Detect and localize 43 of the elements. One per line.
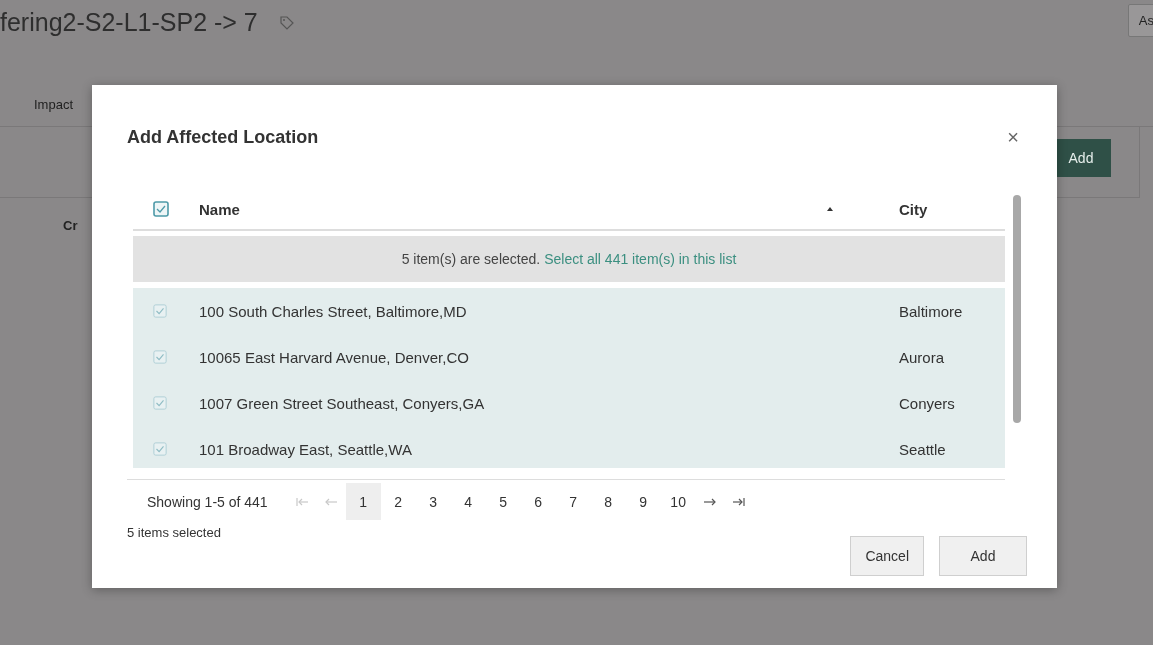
table-row[interactable]: 10065 East Harvard Avenue, Denver,CO Aurora [133, 334, 1005, 380]
table-cell-text: Baltimore [898, 302, 963, 320]
page-number[interactable]: 6 [520, 483, 556, 520]
page-number[interactable]: 7 [555, 483, 591, 520]
table-cell-text: Aurora [898, 348, 945, 366]
dialog-title: Add Affected Location [127, 126, 319, 148]
page-number[interactable]: 2 [380, 483, 416, 520]
table-cell-text: Seattle [898, 440, 946, 458]
top-button[interactable]: As [1127, 4, 1153, 37]
column-header[interactable]: Name [199, 200, 240, 218]
column-header: Cr [63, 218, 78, 233]
table-row[interactable]: 101 Broadway East, Seattle,WA Seattle [133, 426, 1005, 468]
page-number[interactable]: 1 [345, 483, 381, 520]
checkbox[interactable] [153, 304, 167, 318]
table-row[interactable]: 100 South Charles Street, Baltimore,MD Baltimore [133, 288, 1005, 334]
checkbox[interactable] [153, 350, 167, 364]
checkbox[interactable] [153, 201, 169, 217]
pagination-summary: Showing 1-5 of 441 [147, 493, 268, 510]
table-cell-text: 10065 East Harvard Avenue, Denver,CO [199, 348, 470, 366]
column-header[interactable]: City [899, 200, 928, 218]
selection-message: 5 item(s) are selected. [401, 251, 541, 267]
cancel-button[interactable]: Cancel [850, 536, 924, 576]
table-cell-text: Conyers [898, 394, 955, 412]
add-button[interactable]: Add [939, 536, 1027, 576]
table-cell-text: 1007 Green Street Southeast, Conyers,GA [199, 394, 486, 412]
page-number[interactable]: 8 [590, 483, 626, 520]
add-button[interactable]: Add [1057, 139, 1111, 177]
close-button[interactable]: × [1007, 125, 1019, 149]
page-title: fering2-S2-L1-SP2 -> 7 [0, 8, 258, 37]
checkbox[interactable] [153, 396, 167, 410]
page-number[interactable]: 5 [485, 483, 521, 520]
selection-count: 5 items selected [127, 525, 221, 540]
page-number[interactable]: 4 [450, 483, 486, 520]
checkbox[interactable] [153, 442, 167, 456]
tab[interactable]: Impact [34, 97, 73, 126]
sort-ascending-icon[interactable] [827, 207, 833, 211]
table-cell-text: 100 South Charles Street, Baltimore,MD [199, 302, 468, 320]
tag-icon[interactable] [279, 15, 294, 30]
page-number[interactable]: 3 [415, 483, 451, 520]
table-row[interactable]: 1007 Green Street Southeast, Conyers,GA Conyers [133, 380, 1005, 426]
page-number[interactable]: 9 [625, 483, 661, 520]
table-cell-text: 101 Broadway East, Seattle,WA [199, 440, 413, 458]
page-number[interactable]: 10 [660, 483, 696, 520]
